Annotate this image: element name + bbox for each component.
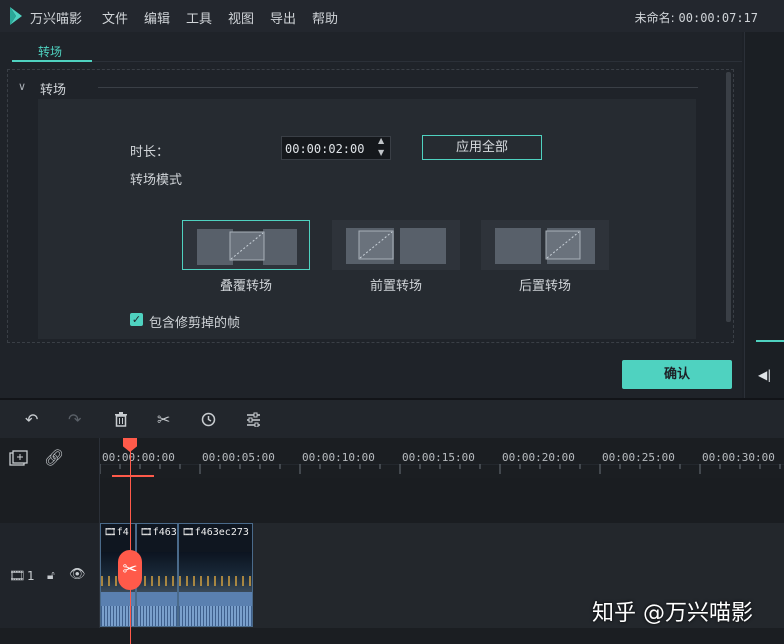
ruler-tick-label: 00:00:10:00 — [302, 451, 375, 464]
track-number: 1 — [27, 569, 35, 583]
duration-input[interactable]: 00:00:02:00 — [281, 136, 391, 160]
lock-icon[interactable]: 🔓︎ — [47, 568, 55, 583]
confirm-button[interactable]: 确认 — [622, 360, 732, 389]
panel-scrollbar[interactable] — [726, 72, 731, 322]
tab-transition[interactable]: 转场 — [38, 43, 62, 60]
mode-front-option[interactable] — [332, 220, 460, 270]
playhead-range — [112, 475, 154, 477]
clip-thumbnail — [179, 552, 252, 592]
delete-icon[interactable] — [114, 412, 128, 427]
clip-block — [400, 228, 446, 264]
transition-settings-area — [38, 99, 696, 339]
clip-lights — [137, 576, 177, 586]
spin-down-icon[interactable]: ▼ — [378, 148, 384, 157]
timeline-bottom — [0, 628, 784, 644]
app-logo-icon — [10, 7, 22, 25]
clip-name: f463 — [152, 527, 177, 538]
ruler-tick-label: 00:00:20:00 — [502, 451, 575, 464]
clock-icon[interactable] — [201, 412, 216, 427]
menu-export[interactable]: 导出 — [270, 8, 296, 27]
clip-label: 🎞︎f463 — [140, 527, 177, 538]
mode-overlap-option[interactable] — [182, 220, 310, 270]
mode-overlap-label: 叠覆转场 — [219, 279, 272, 294]
add-track-icon[interactable] — [9, 450, 29, 467]
clip-name: f4 — [116, 527, 129, 538]
ruler-tick-label: 00:00:05:00 — [202, 451, 275, 464]
project-duration: 00:00:07:17 — [678, 11, 758, 25]
playhead-line[interactable] — [130, 448, 131, 644]
include-trimmed-checkbox[interactable]: ✓ — [130, 313, 143, 326]
audio-waveform — [179, 592, 252, 626]
clip-name: f463ec273 — [194, 527, 249, 538]
adjust-icon[interactable] — [246, 412, 261, 427]
back-transition-icon — [545, 230, 581, 260]
menu-help[interactable]: 帮助 — [312, 8, 338, 27]
spin-up-icon[interactable]: ▲ — [378, 136, 384, 145]
clip-lights — [179, 576, 252, 586]
chevron-down-icon[interactable]: ∨ — [18, 80, 26, 93]
cut-icon[interactable]: ✂ — [157, 410, 170, 429]
link-icon[interactable]: 🔗︎ — [44, 448, 64, 467]
menu-edit[interactable]: 编辑 — [144, 8, 170, 27]
preview-strip — [744, 32, 784, 398]
audio-waveform — [137, 592, 177, 626]
project-name: 未命名: — [634, 11, 675, 25]
menu-file[interactable]: 文件 — [102, 8, 128, 27]
redo-icon[interactable]: ↷ — [68, 410, 81, 429]
section-title: 转场 — [40, 83, 67, 98]
section-divider — [98, 87, 698, 88]
mode-back-label: 后置转场 — [518, 279, 571, 294]
film-icon: 🎞︎ — [9, 569, 26, 584]
duration-label: 时长： — [130, 145, 170, 160]
ruler-tick-label: 00:00:25:00 — [602, 451, 675, 464]
clip-block — [263, 229, 297, 265]
clip-block — [197, 229, 233, 265]
transition-mode-label: 转场模式 — [130, 173, 183, 188]
tab-underline — [12, 60, 92, 62]
ruler-ticks — [100, 464, 784, 474]
mode-front-label: 前置转场 — [369, 279, 422, 294]
menu-tools[interactable]: 工具 — [186, 8, 212, 27]
tab-divider — [92, 61, 742, 62]
collapse-left-icon[interactable]: ◀| — [758, 368, 771, 382]
film-icon: 🎞︎ — [182, 527, 195, 538]
include-trimmed-label: 包含修剪掉的帧 — [149, 316, 241, 331]
undo-icon[interactable]: ↶ — [25, 410, 38, 429]
app-name: 万兴喵影 — [30, 12, 83, 27]
video-clip[interactable]: 🎞︎f463ec273 — [178, 523, 253, 627]
split-scissor-icon[interactable]: ✂ — [118, 550, 142, 590]
menu-view[interactable]: 视图 — [228, 8, 254, 27]
project-title: 未命名: 00:00:07:17 — [635, 9, 758, 26]
video-clip[interactable]: 🎞︎f463 — [136, 523, 178, 627]
clip-thumbnail — [137, 552, 177, 592]
ruler-tick-label: 00:00:00:00 — [102, 451, 175, 464]
clip-label: 🎞︎f463ec273 — [182, 527, 249, 538]
watermark: 知乎 @万兴喵影 — [592, 601, 753, 626]
clip-label: 🎞︎f4 — [104, 527, 129, 538]
eye-icon[interactable]: 👁︎ — [69, 567, 86, 582]
apply-all-button[interactable]: 应用全部 — [422, 135, 542, 160]
film-icon: 🎞︎ — [104, 527, 117, 538]
ruler-tick-label: 00:00:15:00 — [402, 451, 475, 464]
front-transition-icon — [358, 230, 394, 260]
film-icon: 🎞︎ — [140, 527, 153, 538]
mode-back-option[interactable] — [481, 220, 609, 270]
preview-progress — [756, 340, 784, 342]
overlap-icon — [229, 231, 265, 261]
clip-block — [495, 228, 541, 264]
empty-track[interactable] — [100, 478, 784, 523]
ruler-tick-label: 00:00:30:00 — [702, 451, 775, 464]
